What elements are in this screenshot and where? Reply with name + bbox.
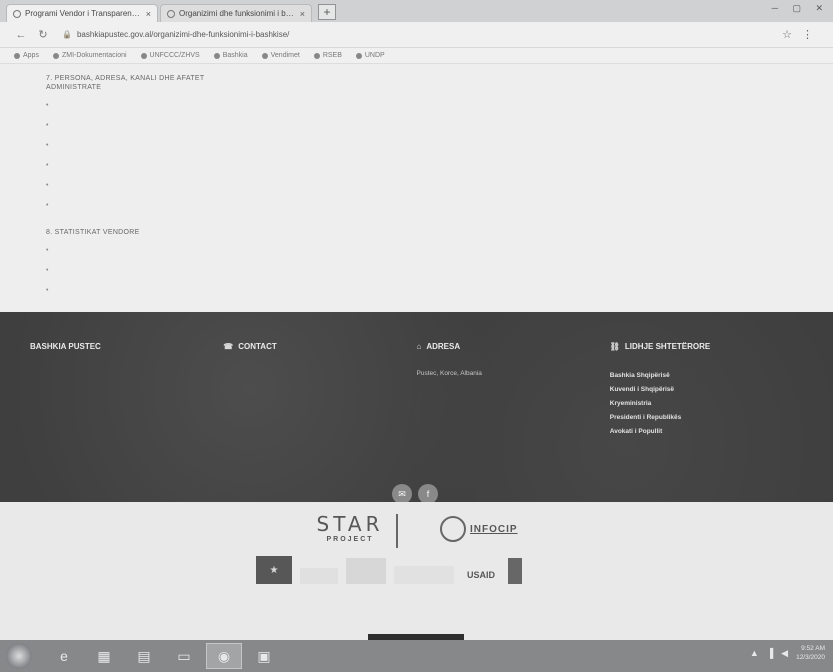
swiss-logo [394, 566, 454, 584]
page-content: 7. PERSONA, ADRESA, KANALI DHE AFATET AD… [0, 64, 833, 312]
infocip-logo: INFOCIP [440, 516, 518, 542]
tab-title: Programi Vendor i Transparencës [25, 9, 142, 18]
star-project-logo: STAR PROJECT [316, 512, 384, 543]
list-item[interactable] [46, 141, 787, 150]
list-item[interactable] [46, 121, 787, 130]
email-icon[interactable]: ✉ [392, 484, 412, 504]
menu-icon[interactable]: ⋮ [802, 28, 823, 41]
eu-flag-logo: ★ [256, 556, 292, 584]
back-icon[interactable]: ← [10, 29, 32, 41]
list-item[interactable] [46, 201, 787, 210]
url-field[interactable]: 🔒 bashkiapustec.gov.al/organizimi-dhe-fu… [62, 26, 782, 44]
list-item[interactable] [46, 286, 787, 295]
bookmark-icon [313, 52, 320, 59]
close-tab-icon[interactable]: × [146, 9, 151, 19]
bookmark-icon [213, 52, 220, 59]
section-title: 7. PERSONA, ADRESA, KANALI DHE AFATET AD… [46, 75, 205, 91]
app-icon[interactable]: ▣ [246, 643, 282, 669]
infocip-emblem-icon [440, 516, 466, 542]
close-tab-icon[interactable]: × [300, 9, 305, 19]
list-item[interactable] [46, 266, 787, 275]
link-icon: ⛓ [609, 342, 620, 351]
footer-address: Pustec, Korce, Albania [416, 370, 482, 377]
footer-link[interactable]: Presidenti i Republikës [610, 411, 789, 425]
partners-section: STAR PROJECT INFOCIP ★ USAID [0, 502, 833, 646]
url-text: bashkiapustec.gov.al/organizimi-dhe-funk… [76, 30, 290, 39]
ie-icon[interactable]: e [46, 643, 82, 669]
phone-icon: ☎ [223, 342, 234, 351]
footer-link[interactable]: Kuvendi i Shqipërisë [610, 383, 789, 397]
globe-icon [167, 9, 175, 18]
bookmark-item[interactable]: ZMI-Dokumentacioni [52, 52, 127, 59]
window-controls[interactable]: ─ ▢ ✕ [772, 3, 829, 14]
browser-tab-bar: Programi Vendor i Transparencës × Organi… [0, 0, 833, 22]
bookmark-item[interactable]: Bashkia [213, 52, 248, 59]
folder-icon[interactable]: ▭ [166, 643, 202, 669]
browser-tab-organizimi[interactable]: Organizimi dhe funksionimi i bashkis × [160, 4, 312, 22]
bookmark-icon [355, 52, 362, 59]
bookmark-icon [140, 52, 147, 59]
site-footer: BASHKIA PUSTEC ☎ CONTACT ⌂ ADRESA Pustec, … [0, 312, 833, 502]
social-links: ✉ f [392, 484, 444, 504]
bookmark-item[interactable]: UNFCCC/ZHVS [140, 52, 200, 59]
network-icon[interactable]: ▐ [767, 648, 773, 658]
list-item[interactable] [46, 101, 787, 110]
footer-col-address: ⌂ ADRESA Pustec, Korce, Albania [417, 342, 610, 472]
bookmarks-bar: Apps ZMI-Dokumentacioni UNFCCC/ZHVS Bash… [0, 48, 833, 64]
footer-col-contact: ☎ CONTACT [223, 342, 416, 472]
bookmark-item[interactable]: RSEB [313, 52, 342, 59]
divider [396, 514, 398, 548]
apps-icon [14, 52, 20, 59]
tab-title: Organizimi dhe funksionimi i bashkis [179, 9, 296, 18]
lock-icon: 🔒 [62, 30, 72, 39]
list-item[interactable] [46, 246, 787, 255]
browser-tab-transparency[interactable]: Programi Vendor i Transparencës × [6, 4, 158, 22]
screen: Programi Vendor i Transparencës × Organi… [0, 0, 833, 672]
footer-col-about: BASHKIA PUSTEC [30, 342, 223, 472]
footer-heading: ⌂ ADRESA [416, 342, 461, 351]
sweden-logo [300, 568, 338, 584]
bookmark-item[interactable]: UNDP [355, 52, 385, 59]
footer-col-links: ⛓ LIDHJE SHTETËRORE Bashkia Shqipërisë Ku… [610, 342, 803, 472]
bookmark-item[interactable]: Apps [14, 52, 39, 59]
explorer-icon[interactable]: ▤ [126, 643, 162, 669]
list-item[interactable] [46, 181, 787, 190]
globe-icon [13, 9, 21, 18]
footer-heading: BASHKIA PUSTEC [30, 342, 101, 351]
new-tab-button[interactable]: + [318, 4, 336, 20]
system-tray: ▲ ▐ ◀ 9:52 AM 12/3/2020 [750, 644, 825, 662]
star-icon[interactable]: ☆ [782, 28, 802, 41]
footer-heading: ☎ CONTACT [223, 342, 277, 351]
reload-icon[interactable]: ↻ [32, 28, 54, 41]
footer-heading: ⛓ LIDHJE SHTETËRORE [609, 342, 711, 351]
address-bar: ← ↻ 🔒 bashkiapustec.gov.al/organizimi-dh… [0, 22, 833, 48]
notification-icon[interactable]: ▲ [750, 648, 759, 658]
clock[interactable]: 9:52 AM 12/3/2020 [796, 644, 825, 662]
list-item[interactable] [46, 161, 787, 170]
bookmark-item[interactable]: Vendimet [261, 52, 300, 59]
footer-link[interactable]: Bashkia Shqipërisë [610, 369, 789, 383]
chrome-icon[interactable]: ◉ [206, 643, 242, 669]
bookmark-icon [52, 52, 59, 59]
usaid-logo: USAID [466, 570, 495, 580]
undp-logo [508, 558, 522, 584]
section-title: 8. STATISTIKAT VENDORE [46, 229, 140, 236]
bookmark-icon [261, 52, 268, 59]
start-button[interactable] [6, 643, 32, 669]
footer-link[interactable]: Avokati i Popullit [610, 425, 789, 439]
donor-logos: ★ USAID [256, 556, 530, 584]
hands-logo [346, 558, 386, 584]
os-taskbar: e ▦ ▤ ▭ ◉ ▣ ▲ ▐ ◀ 9:52 AM 12/3/2020 [0, 640, 833, 672]
media-player-icon[interactable]: ▦ [86, 643, 122, 669]
volume-icon[interactable]: ◀ [781, 648, 788, 659]
facebook-icon[interactable]: f [418, 484, 438, 504]
map-pin-icon: ⌂ [416, 342, 422, 351]
footer-link[interactable]: Kryeministria [610, 397, 789, 411]
